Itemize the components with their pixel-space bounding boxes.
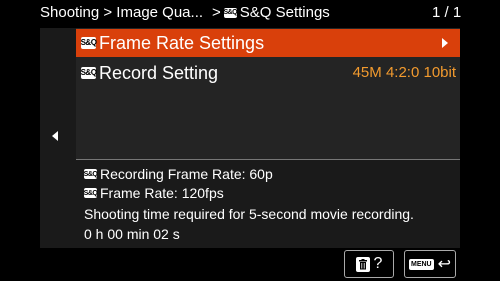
sq-badge-icon: S&Q: [80, 37, 97, 49]
frame-rate-text: Frame Rate: 120fps: [100, 185, 224, 201]
menu-return-button[interactable]: MENU ↩: [404, 250, 456, 278]
delete-help-button[interactable]: ?: [344, 250, 394, 278]
help-icon: ?: [373, 255, 383, 272]
sq-badge-icon: S&Q: [223, 7, 238, 18]
page-number: 1 / 1: [432, 4, 462, 21]
menu-item-record-setting[interactable]: S&Q Record Setting 45M 4:2:0 10bit: [76, 59, 460, 87]
frame-rate-info: S&Q Frame Rate: 120fps: [84, 185, 224, 201]
breadcrumb-separator: >: [212, 4, 221, 21]
time-text: 0 h 00 min 02 s: [84, 226, 180, 242]
menu-item-value: 45M 4:2:0 10bit: [352, 64, 456, 81]
menu-item-frame-rate-settings[interactable]: S&Q Frame Rate Settings: [76, 29, 460, 57]
menu-icon: MENU: [408, 258, 434, 270]
trash-icon: [355, 256, 370, 272]
header: Shooting > Image Qua... > S&Q S&Q Settin…: [0, 0, 500, 26]
menu-item-label: Record Setting: [99, 62, 219, 83]
return-icon: ↩: [437, 256, 452, 273]
sq-badge-icon: S&Q: [83, 169, 98, 179]
description-text: Shooting time required for 5-second movi…: [84, 206, 414, 222]
camera-menu-screen: Shooting > Image Qua... > S&Q S&Q Settin…: [0, 0, 500, 281]
page-title: > S&Q S&Q Settings: [212, 4, 330, 21]
breadcrumb: Shooting > Image Qua...: [40, 4, 204, 21]
recording-frame-rate-info: S&Q Recording Frame Rate: 60p: [84, 166, 273, 182]
sq-badge-icon: S&Q: [80, 67, 97, 79]
page-title-label: S&Q Settings: [239, 4, 330, 21]
left-arrow-icon[interactable]: [52, 131, 58, 141]
sq-badge-icon: S&Q: [83, 188, 98, 198]
recording-frame-rate-text: Recording Frame Rate: 60p: [100, 166, 273, 182]
menu-item-label: Frame Rate Settings: [99, 32, 265, 53]
right-arrow-icon: [442, 38, 448, 48]
